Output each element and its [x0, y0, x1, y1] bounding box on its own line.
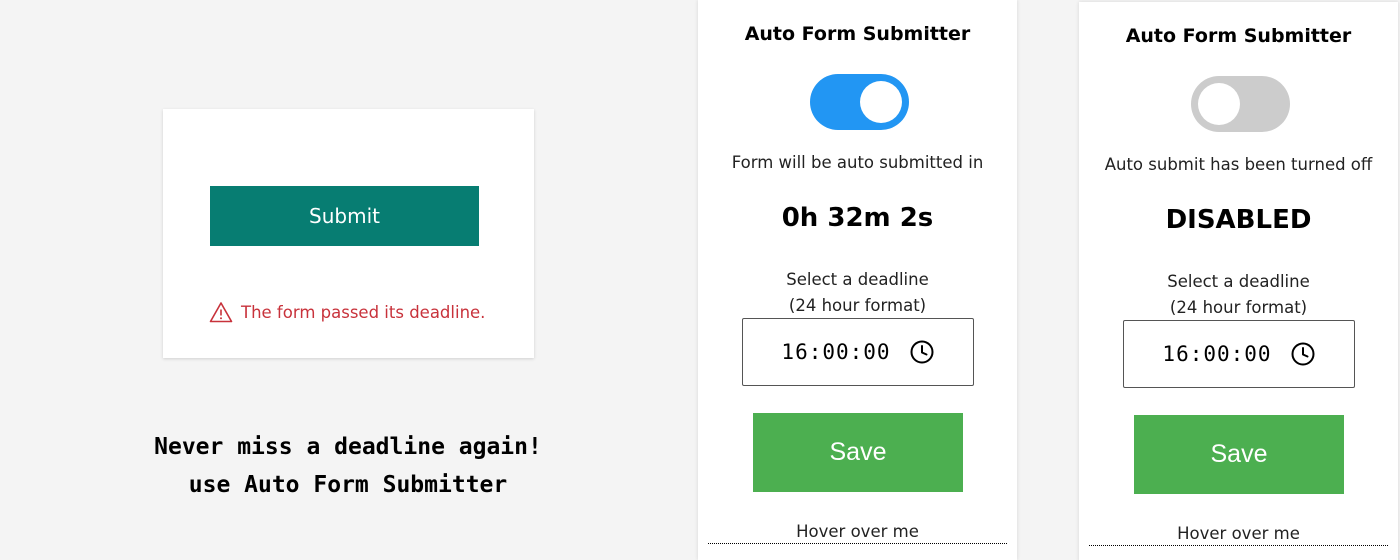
error-text: The form passed its deadline.	[241, 302, 486, 322]
toggle-knob	[860, 81, 902, 123]
deadline-label: Select a deadline (24 hour format)	[698, 267, 1017, 319]
popup-title: Auto Form Submitter	[744, 23, 971, 45]
deadline-label: Select a deadline (24 hour format)	[1079, 269, 1398, 321]
auto-submit-toggle[interactable]	[810, 74, 909, 130]
deadline-label-line-2: (24 hour format)	[1169, 298, 1308, 317]
tagline-line-2: use Auto Form Submitter	[188, 472, 508, 498]
toggle-knob	[1198, 83, 1240, 125]
deadline-error-message: The form passed its deadline.	[209, 301, 485, 323]
popup-title: Auto Form Submitter	[1125, 25, 1352, 47]
deadline-label-line-1: Select a deadline	[786, 270, 929, 289]
deadline-time-input[interactable]: 16:00:00	[742, 318, 974, 386]
extension-popup-disabled: Auto Form Submitter Auto submit has been…	[1079, 2, 1398, 560]
save-button[interactable]: Save	[753, 413, 963, 492]
warning-triangle-icon	[209, 302, 233, 323]
submit-button[interactable]: Submit	[210, 186, 479, 246]
clock-icon[interactable]	[909, 339, 935, 365]
form-preview-card: Submit The form passed its deadline.	[163, 109, 534, 358]
countdown-display: 0h 32m 2s	[781, 203, 934, 233]
hover-tooltip-trigger[interactable]: Hover over me	[708, 522, 1007, 544]
save-button[interactable]: Save	[1134, 415, 1344, 494]
deadline-label-line-1: Select a deadline	[1167, 272, 1310, 291]
deadline-label-line-2: (24 hour format)	[788, 296, 927, 315]
tagline-line-1: Never miss a deadline again!	[154, 434, 542, 460]
status-text: Form will be auto submitted in	[731, 153, 984, 172]
status-text: Auto submit has been turned off	[1104, 155, 1373, 174]
clock-icon[interactable]	[1290, 341, 1316, 367]
deadline-time-input[interactable]: 16:00:00	[1123, 320, 1355, 388]
countdown-display: DISABLED	[1165, 205, 1312, 235]
auto-submit-toggle[interactable]	[1191, 76, 1290, 132]
time-value[interactable]: 16:00:00	[1162, 342, 1271, 366]
extension-popup-enabled: Auto Form Submitter Form will be auto su…	[698, 0, 1017, 560]
time-value[interactable]: 16:00:00	[781, 340, 890, 364]
hover-tooltip-trigger[interactable]: Hover over me	[1089, 524, 1388, 546]
promo-tagline: Never miss a deadline again! use Auto Fo…	[80, 428, 616, 504]
